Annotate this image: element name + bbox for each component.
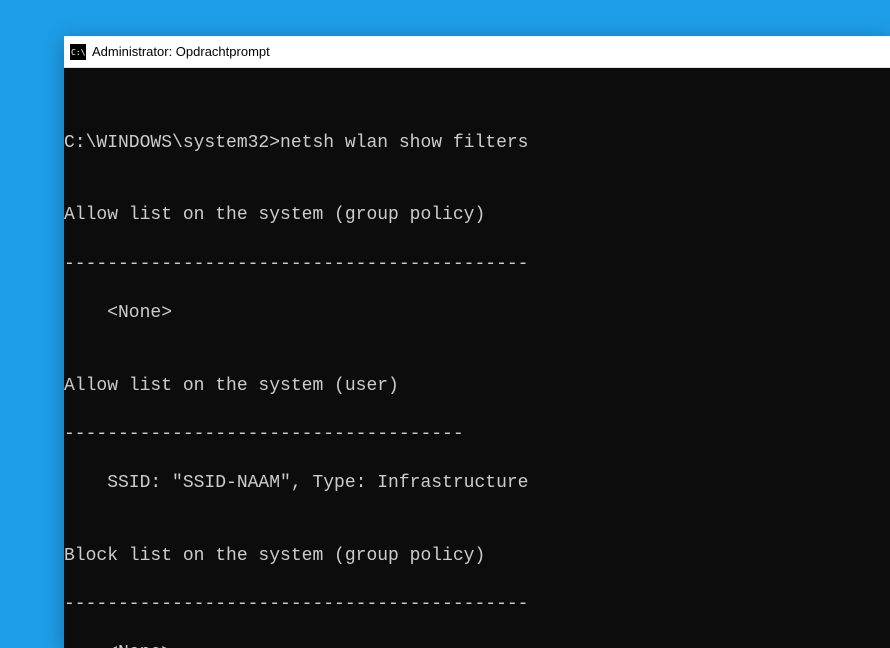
entered-command: netsh wlan show filters [280, 131, 528, 155]
terminal-output[interactable]: C:\WINDOWS\system32>netsh wlan show filt… [64, 68, 890, 648]
allow-user-header: Allow list on the system (user) [64, 374, 890, 398]
cmd-icon: C:\ [70, 44, 86, 60]
allow-user-content: SSID: "SSID-NAAM", Type: Infrastructure [64, 471, 890, 495]
title-bar[interactable]: C:\ Administrator: Opdrachtprompt [64, 36, 890, 68]
divider: ----------------------------------------… [64, 592, 890, 616]
command-line: C:\WINDOWS\system32>netsh wlan show filt… [64, 131, 890, 155]
svg-text:C:\: C:\ [71, 48, 86, 57]
command-prompt-window: C:\ Administrator: Opdrachtprompt C:\WIN… [64, 36, 890, 648]
divider: ----------------------------------------… [64, 252, 890, 276]
allow-gp-header: Allow list on the system (group policy) [64, 203, 890, 227]
divider: ------------------------------------- [64, 422, 890, 446]
allow-gp-content: <None> [64, 301, 890, 325]
window-title: Administrator: Opdrachtprompt [92, 44, 270, 59]
block-gp-header: Block list on the system (group policy) [64, 544, 890, 568]
block-gp-content: <None> [64, 641, 890, 648]
prompt-path: C:\WINDOWS\system32> [64, 131, 280, 155]
